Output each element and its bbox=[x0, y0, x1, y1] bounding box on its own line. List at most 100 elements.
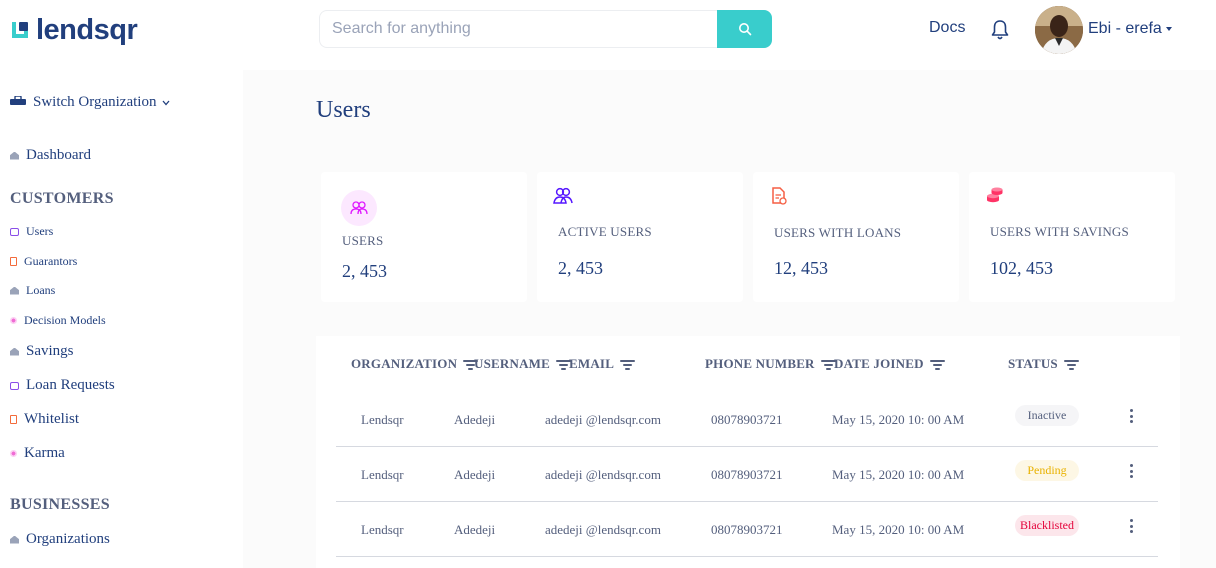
card-label: USERS bbox=[342, 233, 384, 248]
avatar[interactable] bbox=[1035, 6, 1083, 54]
top-bar: lendsqr Docs Ebi - erefa bbox=[0, 0, 1216, 70]
loan-requests-icon bbox=[10, 381, 19, 390]
main-content: Users USERS 2, 453 ACTIVE USERS 2, 453 U… bbox=[243, 70, 1216, 568]
sidebar-item-savings[interactable]: Savings bbox=[10, 343, 74, 360]
cell-phone: 08078903721 bbox=[711, 467, 783, 482]
cell-username: Adedeji bbox=[454, 412, 496, 427]
sidebar-item-label: Loans bbox=[26, 283, 56, 297]
table-row[interactable]: Lendsqr Adedeji adedeji @lendsqr.com 080… bbox=[336, 392, 1158, 447]
sidebar-item-users[interactable]: Users bbox=[10, 224, 53, 239]
coins-icon bbox=[983, 184, 1007, 208]
sidebar-item-label: Karma bbox=[24, 445, 65, 461]
card-value: 2, 453 bbox=[342, 261, 387, 281]
sidebar-item-label: Dashboard bbox=[26, 147, 91, 163]
table-row[interactable]: Lendsqr Adedeji adedeji @lendsqr.com 080… bbox=[336, 447, 1158, 502]
card-value: 12, 453 bbox=[774, 258, 828, 278]
column-header-label: USERNAME bbox=[474, 356, 550, 371]
sidebar-item-karma[interactable]: Karma bbox=[10, 445, 65, 462]
column-header-status[interactable]: STATUS bbox=[1008, 356, 1079, 372]
guarantors-icon bbox=[10, 257, 17, 266]
stat-card-users: USERS 2, 453 bbox=[321, 172, 527, 302]
chevron-down-icon bbox=[162, 100, 170, 105]
column-header-username[interactable]: USERNAME bbox=[474, 356, 571, 372]
businesses-heading: BUSINESSES bbox=[10, 496, 110, 513]
row-actions-icon[interactable] bbox=[1129, 519, 1133, 533]
sidebar-item-organizations[interactable]: Organizations bbox=[10, 531, 110, 548]
column-header-organization[interactable]: ORGANIZATION bbox=[351, 356, 479, 372]
cell-email: adedeji @lendsqr.com bbox=[545, 522, 661, 537]
savings-icon bbox=[10, 347, 19, 356]
users-icon bbox=[10, 227, 19, 236]
users-table: ORGANIZATION USERNAME EMAIL PHONE NUMBER… bbox=[316, 336, 1180, 568]
column-header-phone-number[interactable]: PHONE NUMBER bbox=[705, 356, 836, 372]
active-users-icon bbox=[551, 184, 575, 208]
caret-down-icon bbox=[1165, 27, 1172, 31]
search-input[interactable] bbox=[319, 10, 717, 48]
sidebar-item-label: Guarantors bbox=[24, 254, 78, 268]
stat-card-users-with-savings: USERS WITH SAVINGS 102, 453 bbox=[969, 172, 1175, 302]
briefcase-icon bbox=[10, 94, 26, 111]
column-header-label: EMAIL bbox=[569, 356, 615, 371]
column-header-label: ORGANIZATION bbox=[351, 356, 458, 371]
sidebar: Switch Organization Dashboard CUSTOMERS … bbox=[0, 70, 243, 568]
sidebar-item-loan-requests[interactable]: Loan Requests bbox=[10, 377, 115, 394]
cell-email: adedeji @lendsqr.com bbox=[545, 467, 661, 482]
users-icon bbox=[341, 190, 377, 226]
cell-date-joined: May 15, 2020 10: 00 AM bbox=[832, 467, 965, 482]
row-actions-icon[interactable] bbox=[1129, 464, 1133, 478]
sidebar-item-guarantors[interactable]: Guarantors bbox=[10, 254, 77, 269]
loan-document-icon bbox=[767, 184, 791, 208]
karma-icon bbox=[10, 450, 17, 457]
sidebar-item-label: Loan Requests bbox=[26, 377, 115, 393]
switch-organization[interactable]: Switch Organization bbox=[10, 94, 170, 111]
stat-card-users-with-loans: USERS WITH LOANS 12, 453 bbox=[753, 172, 959, 302]
search-icon bbox=[738, 23, 751, 36]
sidebar-item-decision-models[interactable]: Decision Models bbox=[10, 313, 106, 328]
decision-models-icon bbox=[10, 317, 17, 324]
organizations-icon bbox=[10, 535, 19, 544]
search-button[interactable] bbox=[717, 10, 772, 48]
logo[interactable]: lendsqr bbox=[10, 14, 138, 47]
filter-icon[interactable] bbox=[620, 359, 636, 370]
search-bar bbox=[319, 10, 772, 48]
logo-text: lendsqr bbox=[36, 14, 138, 46]
column-header-label: PHONE NUMBER bbox=[705, 356, 815, 371]
cell-phone: 08078903721 bbox=[711, 522, 783, 537]
card-label: ACTIVE USERS bbox=[558, 224, 652, 239]
customers-heading: CUSTOMERS bbox=[10, 190, 114, 207]
cell-username: Adedeji bbox=[454, 522, 496, 537]
sidebar-item-label: Whitelist bbox=[24, 411, 79, 427]
cell-organization: Lendsqr bbox=[361, 412, 404, 427]
sidebar-item-label: Users bbox=[26, 224, 54, 238]
cell-username: Adedeji bbox=[454, 467, 496, 482]
whitelist-icon bbox=[10, 415, 17, 424]
sidebar-item-loans[interactable]: Loans bbox=[10, 283, 55, 298]
cell-phone: 08078903721 bbox=[711, 412, 783, 427]
cell-date-joined: May 15, 2020 10: 00 AM bbox=[832, 412, 965, 427]
card-value: 102, 453 bbox=[990, 258, 1053, 278]
filter-icon[interactable] bbox=[929, 359, 945, 370]
column-header-date-joined[interactable]: DATE JOINED bbox=[834, 356, 945, 372]
notification-bell-icon[interactable] bbox=[990, 19, 1010, 41]
filter-icon[interactable] bbox=[1063, 359, 1079, 370]
sidebar-item-dashboard[interactable]: Dashboard bbox=[10, 147, 91, 164]
column-header-label: STATUS bbox=[1008, 356, 1058, 371]
table-row[interactable]: Lendsqr Adedeji adedeji @lendsqr.com 080… bbox=[336, 502, 1158, 557]
status-badge: Pending bbox=[1015, 460, 1079, 481]
user-name: Ebi - erefa bbox=[1088, 20, 1162, 37]
card-label: USERS WITH SAVINGS bbox=[990, 224, 1129, 239]
cell-email: adedeji @lendsqr.com bbox=[545, 412, 661, 427]
column-header-label: DATE JOINED bbox=[834, 356, 924, 371]
card-value: 2, 453 bbox=[558, 258, 603, 278]
sidebar-item-whitelist[interactable]: Whitelist bbox=[10, 411, 79, 428]
user-menu[interactable]: Ebi - erefa bbox=[1088, 20, 1172, 38]
column-header-email[interactable]: EMAIL bbox=[569, 356, 636, 372]
loans-icon bbox=[10, 286, 19, 295]
card-label: USERS WITH LOANS bbox=[774, 225, 902, 240]
home-icon bbox=[10, 151, 19, 160]
sidebar-item-label: Organizations bbox=[26, 531, 110, 547]
sidebar-item-label: Savings bbox=[26, 343, 74, 359]
docs-link[interactable]: Docs bbox=[929, 19, 965, 37]
stat-card-active-users: ACTIVE USERS 2, 453 bbox=[537, 172, 743, 302]
row-actions-icon[interactable] bbox=[1129, 409, 1133, 423]
